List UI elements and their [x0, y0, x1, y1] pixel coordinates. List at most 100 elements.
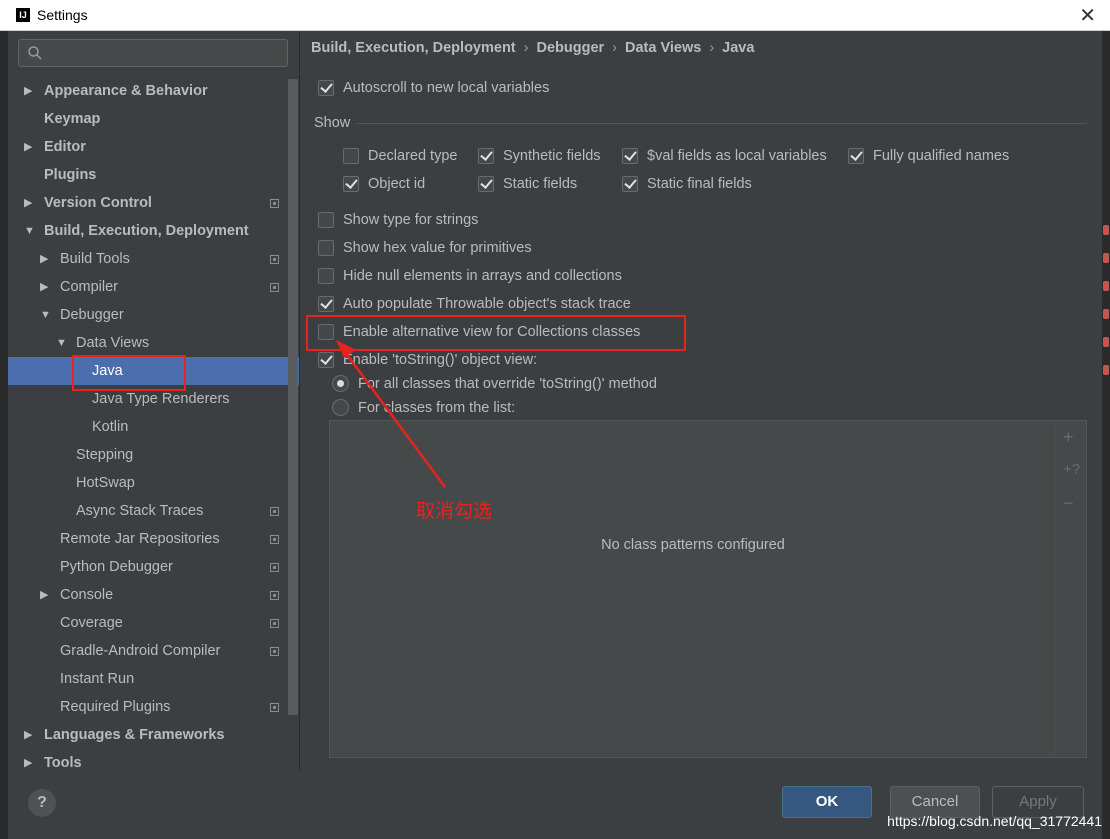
- project-level-icon: [270, 199, 279, 208]
- tree-item-appearance-behavior[interactable]: ▶ Appearance & Behavior: [8, 77, 300, 105]
- search-input[interactable]: [51, 43, 285, 65]
- hide-null-checkbox[interactable]: [318, 268, 334, 284]
- synthetic-fields-label[interactable]: Synthetic fields: [503, 148, 601, 164]
- tree-item-instant-run[interactable]: Instant Run: [8, 665, 300, 693]
- tree-item-label: Coverage: [60, 615, 123, 631]
- empty-list-text: No class patterns configured: [601, 537, 785, 553]
- class-patterns-list[interactable]: No class patterns configured + +? −: [329, 420, 1087, 758]
- project-level-icon: [270, 619, 279, 628]
- tree-item-label: Plugins: [44, 167, 97, 183]
- breadcrumb-item[interactable]: Data Views: [625, 40, 701, 56]
- tree-item-debugger[interactable]: ▼ Debugger: [8, 301, 300, 329]
- list-toolbar: + +? −: [1055, 421, 1086, 757]
- project-level-icon: [270, 703, 279, 712]
- tree-item-required-plugins[interactable]: Required Plugins: [8, 693, 300, 721]
- fully-qualified-names-label[interactable]: Fully qualified names: [873, 148, 1009, 164]
- static-fields-label[interactable]: Static fields: [503, 176, 577, 192]
- breadcrumb-item[interactable]: Build, Execution, Deployment: [311, 40, 516, 56]
- autoscroll-checkbox[interactable]: [318, 80, 334, 96]
- tree-item-gradle-android-compiler[interactable]: Gradle-Android Compiler: [8, 637, 300, 665]
- breadcrumb-item[interactable]: Debugger: [536, 40, 604, 56]
- hex-primitives-checkbox[interactable]: [318, 240, 334, 256]
- chevron-right-icon[interactable]: ▶: [40, 273, 48, 301]
- error-stripe-mark: [1103, 225, 1109, 235]
- val-fields-label[interactable]: $val fields as local variables: [647, 148, 827, 164]
- object-id-checkbox[interactable]: [343, 176, 359, 192]
- error-stripe-mark: [1103, 365, 1109, 375]
- breadcrumb-separator: ›: [612, 40, 617, 56]
- tree-scrollbar[interactable]: [288, 79, 298, 715]
- hide-null-label[interactable]: Hide null elements in arrays and collect…: [343, 268, 622, 284]
- tree-item-build-tools[interactable]: ▶ Build Tools: [8, 245, 300, 273]
- chevron-right-icon[interactable]: ▶: [24, 721, 32, 749]
- declared-type-label[interactable]: Declared type: [368, 148, 457, 164]
- type-for-strings-label[interactable]: Show type for strings: [343, 212, 478, 228]
- tree-item-console[interactable]: ▶ Console: [8, 581, 300, 609]
- static-final-fields-label[interactable]: Static final fields: [647, 176, 752, 192]
- hex-primitives-label[interactable]: Show hex value for primitives: [343, 240, 532, 256]
- declared-type-checkbox[interactable]: [343, 148, 359, 164]
- window-title: Settings: [37, 7, 88, 23]
- tree-item-compiler[interactable]: ▶ Compiler: [8, 273, 300, 301]
- tree-item-label: Appearance & Behavior: [44, 83, 208, 99]
- chevron-right-icon[interactable]: ▶: [24, 189, 32, 217]
- fully-qualified-names-checkbox[interactable]: [848, 148, 864, 164]
- auto-populate-checkbox[interactable]: [318, 296, 334, 312]
- tree-item-keymap[interactable]: Keymap: [8, 105, 300, 133]
- chevron-right-icon[interactable]: ▶: [40, 581, 48, 609]
- static-final-fields-checkbox[interactable]: [622, 176, 638, 192]
- autoscroll-label[interactable]: Autoscroll to new local variables: [343, 80, 549, 96]
- tree-item-build-execution-deployment[interactable]: ▼ Build, Execution, Deployment: [8, 217, 300, 245]
- tree-item-hotswap[interactable]: HotSwap: [8, 469, 300, 497]
- tree-item-version-control[interactable]: ▶ Version Control: [8, 189, 300, 217]
- project-level-icon: [270, 535, 279, 544]
- remove-icon[interactable]: −: [1063, 493, 1074, 514]
- tree-item-data-views[interactable]: ▼ Data Views: [8, 329, 300, 357]
- object-id-label[interactable]: Object id: [368, 176, 425, 192]
- auto-populate-label[interactable]: Auto populate Throwable object's stack t…: [343, 296, 631, 312]
- val-fields-checkbox[interactable]: [622, 148, 638, 164]
- chevron-right-icon[interactable]: ▶: [24, 77, 32, 105]
- group-divider: [357, 123, 1087, 124]
- project-level-icon: [270, 647, 279, 656]
- tree-item-label: Required Plugins: [60, 699, 171, 715]
- tree-item-editor[interactable]: ▶ Editor: [8, 133, 300, 161]
- search-box[interactable]: [18, 39, 288, 67]
- tree-item-stepping[interactable]: Stepping: [8, 441, 300, 469]
- chevron-down-icon[interactable]: ▼: [24, 217, 35, 245]
- tree-item-plugins[interactable]: Plugins: [8, 161, 300, 189]
- chevron-down-icon[interactable]: ▼: [40, 301, 51, 329]
- add-icon[interactable]: +: [1063, 427, 1074, 448]
- chevron-right-icon[interactable]: ▶: [40, 245, 48, 273]
- tostring-list-label[interactable]: For classes from the list:: [358, 400, 515, 416]
- tostring-list-radio[interactable]: [332, 399, 349, 416]
- tree-item-kotlin[interactable]: Kotlin: [8, 413, 300, 441]
- tostring-all-label[interactable]: For all classes that override 'toString(…: [358, 376, 657, 392]
- chevron-right-icon[interactable]: ▶: [24, 133, 32, 161]
- tree-item-remote-jar-repositories[interactable]: Remote Jar Repositories: [8, 525, 300, 553]
- tree-item-async-stack-traces[interactable]: Async Stack Traces: [8, 497, 300, 525]
- tree-item-coverage[interactable]: Coverage: [8, 609, 300, 637]
- annotation-highlight-java: [72, 355, 186, 391]
- breadcrumb-item: Java: [722, 40, 755, 56]
- type-for-strings-checkbox[interactable]: [318, 212, 334, 228]
- tostring-view-label[interactable]: Enable 'toString()' object view:: [343, 352, 537, 368]
- synthetic-fields-checkbox[interactable]: [478, 148, 494, 164]
- settings-tree-panel: ▶ Appearance & Behavior Keymap ▶ Editor Plugi…: [8, 31, 300, 771]
- show-group-label: Show: [314, 115, 351, 131]
- chevron-down-icon[interactable]: ▼: [56, 329, 67, 357]
- breadcrumb-separator: ›: [709, 40, 715, 56]
- add-pattern-icon[interactable]: +?: [1063, 461, 1080, 478]
- tostring-view-checkbox[interactable]: [318, 352, 334, 368]
- annotation-text: 取消勾选: [416, 501, 493, 522]
- error-stripe-mark: [1103, 309, 1109, 319]
- help-button[interactable]: ?: [28, 789, 56, 817]
- tree-item-label: Compiler: [60, 279, 119, 295]
- background-editor-right: [1102, 30, 1110, 839]
- ok-button[interactable]: OK: [782, 786, 872, 818]
- tree-item-python-debugger[interactable]: Python Debugger: [8, 553, 300, 581]
- tostring-all-radio[interactable]: [332, 375, 349, 392]
- close-icon[interactable]: ✕: [1079, 3, 1096, 28]
- static-fields-checkbox[interactable]: [478, 176, 494, 192]
- tree-item-languages-frameworks[interactable]: ▶ Languages & Frameworks: [8, 721, 300, 749]
